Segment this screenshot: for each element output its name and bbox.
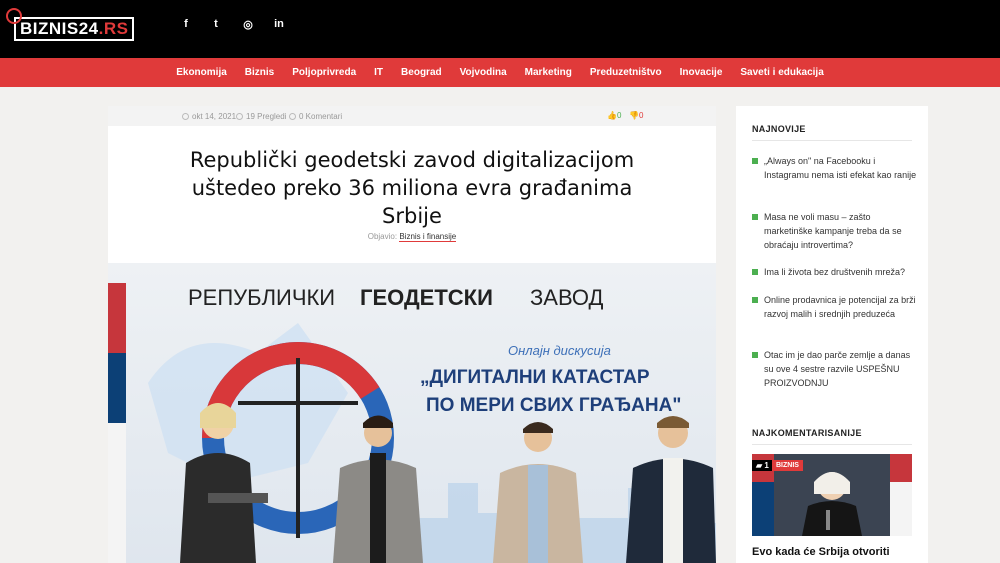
site-logo[interactable]: BIZNIS24.RS xyxy=(6,8,135,42)
nav-item-beograd[interactable]: Beograd xyxy=(392,58,451,87)
article-hero-image: РЕПУБЛИЧКИ ГЕОДЕТСКИ ЗАВОД Онлајн дискус… xyxy=(108,263,716,563)
hero-text-line2: „ДИГИТАЛНИ КАТАСТАР xyxy=(420,367,650,388)
nav-item-poljoprivreda[interactable]: Poljoprivreda xyxy=(283,58,365,87)
commented-title[interactable]: Evo kada će Srbija otvoriti xyxy=(752,546,922,558)
latest-item[interactable]: Otac im je dao parče zemlje a danas su o… xyxy=(752,348,920,390)
bullet-icon xyxy=(752,158,758,164)
nav-item-saveti[interactable]: Saveti i edukacija xyxy=(731,58,832,87)
latest-item[interactable]: Ima li života bez društvenih mreža? xyxy=(752,265,920,279)
clock-icon xyxy=(6,8,22,24)
eye-icon xyxy=(236,113,243,120)
nav-item-biznis[interactable]: Biznis xyxy=(236,58,283,87)
comment-icon: ▰ xyxy=(756,461,763,470)
latest-item[interactable]: Online prodavnica je potencijal za brži … xyxy=(752,293,920,321)
latest-item[interactable]: „Always on" na Facebooku i Instagramu ne… xyxy=(752,154,920,182)
hero-text-line1c: ЗАВОД xyxy=(530,285,604,310)
article-views: 19 Pregledi xyxy=(236,112,286,121)
sidebar: NAJNOVIJE „Always on" na Facebooku i Ins… xyxy=(736,106,928,563)
bullet-icon xyxy=(752,352,758,358)
article-meta-bar: okt 14, 2021 19 Pregledi 0 Komentari 👍0 … xyxy=(108,106,716,126)
category-link[interactable]: Biznis i finansije xyxy=(399,232,457,242)
nav-item-inovacije[interactable]: Inovacije xyxy=(671,58,732,87)
article-date: okt 14, 2021 xyxy=(182,112,236,121)
main-nav: Ekonomija Biznis Poljoprivreda IT Beogra… xyxy=(0,58,1000,87)
logo-text: BIZNIS24.RS xyxy=(14,17,135,41)
article-title: Republički geodetski zavod digitalizacij… xyxy=(189,148,635,228)
nav-item-ekonomija[interactable]: Ekonomija xyxy=(167,58,236,87)
thumbs-down-icon: 👎 xyxy=(629,111,639,120)
sidebar-heading-commented: NAJKOMENTARISANIJE xyxy=(752,428,862,438)
nav-item-preduzetnistvo[interactable]: Preduzetništvo xyxy=(581,58,671,87)
hero-text-subtitle: Онлајн дискусија xyxy=(508,343,611,358)
article-comments[interactable]: 0 Komentari xyxy=(289,112,342,121)
article-byline: Objavio: Biznis i finansije xyxy=(367,232,457,242)
divider xyxy=(752,444,912,445)
nav-item-vojvodina[interactable]: Vojvodina xyxy=(451,58,516,87)
bullet-icon xyxy=(752,297,758,303)
linkedin-icon[interactable]: in xyxy=(272,18,286,30)
category-badge[interactable]: BIZNIS xyxy=(772,460,803,471)
like-button[interactable]: 👍0 xyxy=(607,111,621,120)
comment-count-badge: ▰ 1 xyxy=(752,460,773,471)
thumbs-up-icon: 👍 xyxy=(607,111,617,120)
latest-item[interactable]: Masa ne voli masu – zašto marketinške ka… xyxy=(752,210,920,252)
nav-item-it[interactable]: IT xyxy=(365,58,392,87)
divider xyxy=(752,140,912,141)
clock-icon xyxy=(182,113,189,120)
commented-thumbnail[interactable]: ▰ 1 BIZNIS xyxy=(752,454,912,536)
article-card: okt 14, 2021 19 Pregledi 0 Komentari 👍0 … xyxy=(108,106,716,563)
hero-text-line3: ПО МЕРИ СВИХ ГРАЂАНА" xyxy=(426,395,681,416)
bullet-icon xyxy=(752,269,758,275)
sidebar-heading-latest: NAJNOVIJE xyxy=(752,124,806,134)
nav-item-marketing[interactable]: Marketing xyxy=(516,58,581,87)
twitter-icon[interactable]: t xyxy=(209,18,223,30)
top-bar: BIZNIS24.RS f t ◎ in xyxy=(0,0,1000,58)
hero-text-line1a: РЕПУБЛИЧКИ xyxy=(188,285,335,310)
facebook-icon[interactable]: f xyxy=(179,18,193,30)
comment-icon xyxy=(289,113,296,120)
dislike-button[interactable]: 👎0 xyxy=(629,111,643,120)
bullet-icon xyxy=(752,214,758,220)
hero-text-line1b: ГЕОДЕТСКИ xyxy=(360,285,493,310)
instagram-icon[interactable]: ◎ xyxy=(241,18,255,31)
